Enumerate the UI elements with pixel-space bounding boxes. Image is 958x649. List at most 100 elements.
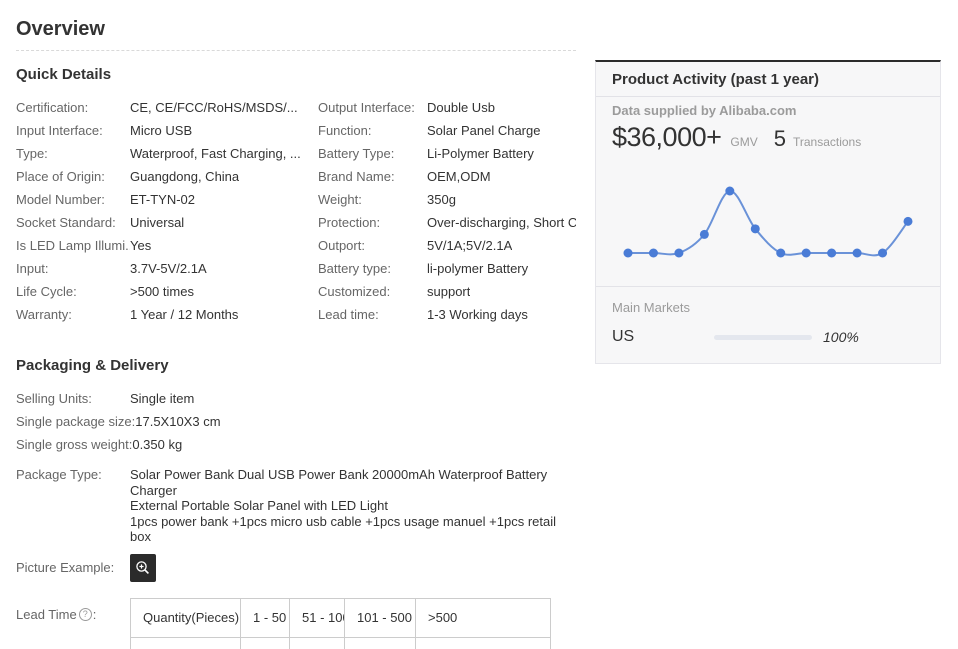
packaging-row: Selling Units: Single item <box>16 387 576 410</box>
detail-value: 3.7V-5V/2.1A <box>130 257 207 280</box>
table-cell: Est. Time(days) <box>131 637 241 649</box>
packaging-value: 17.5X10X3 cm <box>135 410 220 433</box>
detail-row: Battery type: li-polymer Battery <box>318 257 576 280</box>
activity-stats: $36,000+ GMV 5 Transactions <box>612 122 924 153</box>
detail-row: Lead time: 1-3 Working days <box>318 303 576 326</box>
lead-time-label: Lead Time <box>16 603 77 626</box>
detail-value: ET-TYN-02 <box>130 188 195 211</box>
detail-value: 1 Year / 12 Months <box>130 303 238 326</box>
detail-label: Warranty: <box>16 303 130 326</box>
package-type-line: 1pcs power bank +1pcs micro usb cable +1… <box>130 514 576 545</box>
table-cell: Quantity(Pieces) <box>131 598 241 637</box>
picture-example-row: Picture Example: <box>16 554 576 582</box>
detail-label: Socket Standard: <box>16 211 130 234</box>
table-row-quantity: Quantity(Pieces) 1 - 50 51 - 100 101 - 5… <box>131 598 551 637</box>
detail-label: Input: <box>16 257 130 280</box>
product-activity-title: Product Activity (past 1 year) <box>596 62 940 97</box>
packaging-heading: Packaging & Delivery <box>16 357 576 374</box>
chart-data-point <box>853 249 862 258</box>
zoom-in-icon <box>135 560 151 576</box>
gmv-value: $36,000+ <box>612 122 721 153</box>
detail-value: Solar Panel Charge <box>427 119 540 142</box>
detail-row: Life Cycle: >500 times <box>16 280 318 303</box>
detail-value: Li-Polymer Battery <box>427 142 534 165</box>
detail-value: Universal <box>130 211 184 234</box>
chart-data-point <box>878 249 887 258</box>
detail-row: Type: Waterproof, Fast Charging, ... <box>16 142 318 165</box>
market-percent: 100% <box>823 329 859 345</box>
detail-value: Micro USB <box>130 119 192 142</box>
overview-page: Overview Quick Details Certification: CE… <box>0 18 958 649</box>
chart-data-point <box>751 224 760 233</box>
main-markets-label: Main Markets <box>612 287 924 315</box>
activity-line-chart <box>612 167 924 275</box>
lead-time-row: Lead Time ? : Quantity(Pieces) 1 - 50 51… <box>16 598 576 649</box>
detail-label: Brand Name: <box>318 165 427 188</box>
quick-details-col1: Certification: CE, CE/FCC/RoHS/MSDS/... … <box>16 96 318 326</box>
package-type-value: Solar Power Bank Dual USB Power Bank 200… <box>130 463 576 545</box>
package-type-row: Package Type: Solar Power Bank Dual USB … <box>16 463 576 545</box>
detail-value: Waterproof, Fast Charging, ... <box>130 142 301 165</box>
detail-label: Type: <box>16 142 130 165</box>
package-type-label: Package Type: <box>16 463 130 483</box>
detail-row: Brand Name: OEM,ODM <box>318 165 576 188</box>
product-activity-body: Data supplied by Alibaba.com $36,000+ GM… <box>596 97 940 363</box>
detail-label: Input Interface: <box>16 119 130 142</box>
markets-list: US 100% <box>612 315 924 363</box>
table-cell: 51 - 100 <box>290 598 345 637</box>
market-row: US 100% <box>612 315 924 363</box>
data-source-note: Data supplied by Alibaba.com <box>612 103 924 118</box>
activity-chart-wrap <box>612 167 924 280</box>
detail-row: Model Number: ET-TYN-02 <box>16 188 318 211</box>
packaging-section: Packaging & Delivery Selling Units: Sing… <box>16 357 576 649</box>
lead-time-colon: : <box>93 603 97 626</box>
packaging-label: Selling Units: <box>16 387 130 410</box>
detail-row: Weight: 350g <box>318 188 576 211</box>
packaging-row: Single package size: 17.5X10X3 cm <box>16 410 576 433</box>
detail-row: Outport: 5V/1A;5V/2.1A <box>318 234 576 257</box>
chart-data-point <box>624 249 633 258</box>
transactions-value: 5 <box>774 126 786 152</box>
quick-details-col2: Output Interface: Double Usb Function: S… <box>318 96 576 326</box>
title-divider <box>16 50 576 51</box>
detail-row: Protection: Over-discharging, Short Cir.… <box>318 211 576 234</box>
details-column: Quick Details Certification: CE, CE/FCC/… <box>16 50 576 649</box>
table-cell: 8 <box>345 637 416 649</box>
detail-label: Function: <box>318 119 427 142</box>
packaging-row: Single gross weight: 0.350 kg <box>16 433 576 456</box>
packaging-value: 0.350 kg <box>132 433 182 456</box>
detail-value: 5V/1A;5V/2.1A <box>427 234 512 257</box>
detail-value: Over-discharging, Short Cir... <box>427 211 576 234</box>
quick-details-section: Quick Details Certification: CE, CE/FCC/… <box>16 66 576 326</box>
detail-value: Yes <box>130 234 151 257</box>
chart-data-point <box>904 217 913 226</box>
product-activity-panel: Product Activity (past 1 year) Data supp… <box>595 60 941 364</box>
chart-data-point <box>802 249 811 258</box>
chart-data-point <box>827 249 836 258</box>
detail-value: OEM,ODM <box>427 165 491 188</box>
detail-value: 1-3 Working days <box>427 303 528 326</box>
detail-label: Model Number: <box>16 188 130 211</box>
chart-data-point <box>776 249 785 258</box>
detail-value: Guangdong, China <box>130 165 239 188</box>
package-type-line: External Portable Solar Panel with LED L… <box>130 498 576 514</box>
packaging-label: Single package size: <box>16 410 135 433</box>
detail-value: support <box>427 280 470 303</box>
detail-value: >500 times <box>130 280 194 303</box>
detail-label: Customized: <box>318 280 427 303</box>
table-cell: 1 - 50 <box>241 598 290 637</box>
detail-row: Customized: support <box>318 280 576 303</box>
packaging-label: Single gross weight: <box>16 433 132 456</box>
table-cell: 4 <box>241 637 290 649</box>
help-icon[interactable]: ? <box>79 608 92 621</box>
detail-label: Protection: <box>318 211 427 234</box>
detail-row: Output Interface: Double Usb <box>318 96 576 119</box>
picture-example-thumbnail[interactable] <box>130 554 156 582</box>
detail-label: Lead time: <box>318 303 427 326</box>
detail-value: 350g <box>427 188 456 211</box>
detail-row: Input Interface: Micro USB <box>16 119 318 142</box>
detail-row: Is LED Lamp Illumi... Yes <box>16 234 318 257</box>
main-layout: Quick Details Certification: CE, CE/FCC/… <box>16 50 941 649</box>
market-name: US <box>612 328 712 346</box>
table-cell: 6 <box>290 637 345 649</box>
